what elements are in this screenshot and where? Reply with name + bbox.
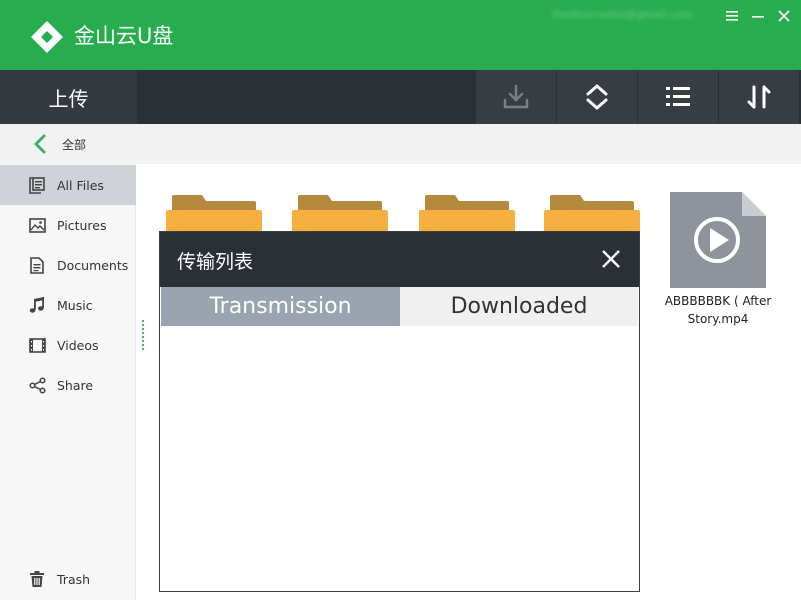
sidebar-item-music[interactable]: Music (0, 285, 136, 325)
menu-button[interactable] (720, 6, 744, 26)
sidebar-item-label: Pictures (57, 217, 107, 233)
videos-icon (28, 336, 46, 354)
tab-transmission[interactable]: Transmission (161, 287, 400, 326)
sidebar-item-pictures[interactable]: Pictures (0, 205, 136, 245)
folder-icon[interactable] (419, 193, 515, 233)
sidebar-item-all-files[interactable]: All Files (0, 165, 136, 205)
upload-button[interactable]: 上传 (0, 70, 137, 124)
user-account[interactable]: thedrocrasho@gmail.com (552, 8, 693, 21)
sort-icon (586, 84, 608, 110)
list-view-icon (666, 87, 690, 106)
list-view-button[interactable] (638, 70, 718, 124)
download-button[interactable] (476, 70, 556, 124)
download-icon (503, 84, 529, 109)
minimize-icon (752, 16, 764, 18)
sidebar-item-label: Share (57, 377, 94, 393)
close-icon[interactable] (600, 248, 622, 270)
sort-button[interactable] (557, 70, 637, 124)
documents-icon (28, 256, 46, 274)
music-icon (28, 296, 46, 314)
transfer-button[interactable] (719, 70, 799, 124)
sidebar-item-label: Documents (57, 257, 129, 273)
video-file-name-line: ABBBBBBK ( After (664, 294, 772, 308)
folder-icon[interactable] (166, 193, 262, 233)
sidebar-item-label: Trash (57, 571, 91, 587)
close-icon (778, 10, 790, 22)
tab-downloaded[interactable]: Downloaded (400, 287, 638, 326)
video-file-name[interactable]: ABBBBBBK ( After Story.mp4 (660, 292, 776, 328)
sidebar: All Files Pictures Documents Music Video… (0, 164, 136, 600)
close-window-button[interactable] (772, 6, 796, 26)
minimize-button[interactable] (746, 6, 770, 26)
dialog-header: 传输列表 (160, 232, 639, 287)
all-files-icon (28, 176, 46, 194)
breadcrumb-current[interactable]: 全部 (62, 136, 86, 153)
app-title: 金山云U盘 (74, 24, 174, 48)
back-arrow-icon[interactable] (32, 134, 48, 154)
breadcrumb: 全部 (0, 124, 801, 164)
folder-icon[interactable] (544, 193, 640, 233)
sidebar-item-label: Music (57, 297, 93, 313)
video-file-icon[interactable] (670, 192, 766, 288)
toolbar: 上传 (0, 70, 801, 124)
transfer-icon (747, 85, 771, 109)
title-bar: 金山云U盘 thedrocrasho@gmail.com (0, 0, 801, 70)
video-file-name-line: Story.mp4 (687, 312, 749, 326)
folder-icon[interactable] (292, 193, 388, 233)
sidebar-item-label: Videos (57, 337, 99, 353)
sidebar-item-share[interactable]: Share (0, 365, 136, 405)
share-icon (28, 376, 46, 394)
sidebar-item-trash[interactable]: Trash (0, 559, 136, 599)
app-logo-icon (31, 21, 63, 53)
transfer-list-dialog: 传输列表 Transmission Downloaded (159, 231, 640, 592)
resize-handle[interactable] (141, 319, 145, 351)
trash-icon (28, 570, 46, 588)
sidebar-item-documents[interactable]: Documents (0, 245, 136, 285)
pictures-icon (28, 216, 46, 234)
dialog-title: 传输列表 (177, 251, 254, 273)
menu-icon (726, 11, 738, 21)
sidebar-item-label: All Files (57, 177, 104, 193)
sidebar-item-videos[interactable]: Videos (0, 325, 136, 365)
